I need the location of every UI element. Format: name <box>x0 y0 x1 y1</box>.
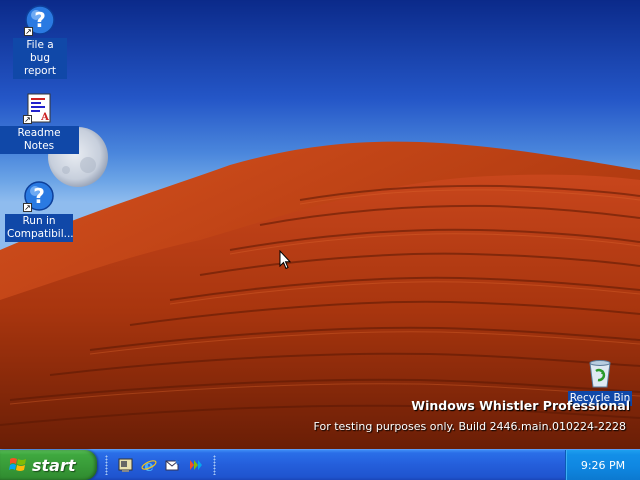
outlook-express-icon[interactable] <box>165 457 181 473</box>
help-icon: ? ↗ <box>23 180 55 212</box>
shortcut-arrow-icon: ↗ <box>24 27 33 36</box>
shortcut-arrow-icon: ↗ <box>23 115 32 124</box>
watermark-build-text: For testing purposes only. Build 2446.ma… <box>313 420 626 433</box>
desktop-icon-file-a-bug-report[interactable]: ? ↗ File a bug report <box>0 4 80 79</box>
windows-media-player-icon[interactable] <box>188 457 204 473</box>
desktop-icon-label: File a bug report <box>13 38 67 79</box>
start-label: start <box>32 455 76 475</box>
taskbar: start e 9:26 PM <box>0 449 640 480</box>
document-icon: A ↗ <box>23 92 55 124</box>
desktop[interactable]: ? ↗ File a bug report A ↗ Readme Notes ?… <box>0 0 640 449</box>
svg-text:e: e <box>144 457 154 473</box>
mouse-cursor-icon <box>279 250 291 270</box>
desktop-icon-label: Run in Compatibil... <box>5 214 74 242</box>
desktop-icon-label: Readme Notes <box>0 126 79 154</box>
svg-text:A: A <box>40 112 49 123</box>
windows-logo-icon <box>9 458 26 471</box>
svg-text:?: ? <box>34 8 46 32</box>
recycle-bin-icon <box>584 357 616 389</box>
watermark-title: Windows Whistler Professional <box>411 398 630 413</box>
help-icon: ? ↗ <box>24 4 56 36</box>
desert-wallpaper <box>0 127 640 449</box>
system-tray: 9:26 PM <box>565 450 640 480</box>
clock[interactable]: 9:26 PM <box>581 459 625 472</box>
internet-explorer-icon[interactable]: e <box>141 457 157 473</box>
show-desktop-icon[interactable] <box>118 457 134 473</box>
shortcut-arrow-icon: ↗ <box>23 203 32 212</box>
desktop-icon-run-in-compatibility[interactable]: ? ↗ Run in Compatibil... <box>0 180 79 242</box>
desktop-icon-readme-notes[interactable]: A ↗ Readme Notes <box>0 92 79 154</box>
svg-text:?: ? <box>33 184 45 208</box>
toolbar-grip[interactable] <box>213 455 216 475</box>
toolbar-grip[interactable] <box>105 455 108 475</box>
start-button[interactable]: start <box>0 450 97 480</box>
